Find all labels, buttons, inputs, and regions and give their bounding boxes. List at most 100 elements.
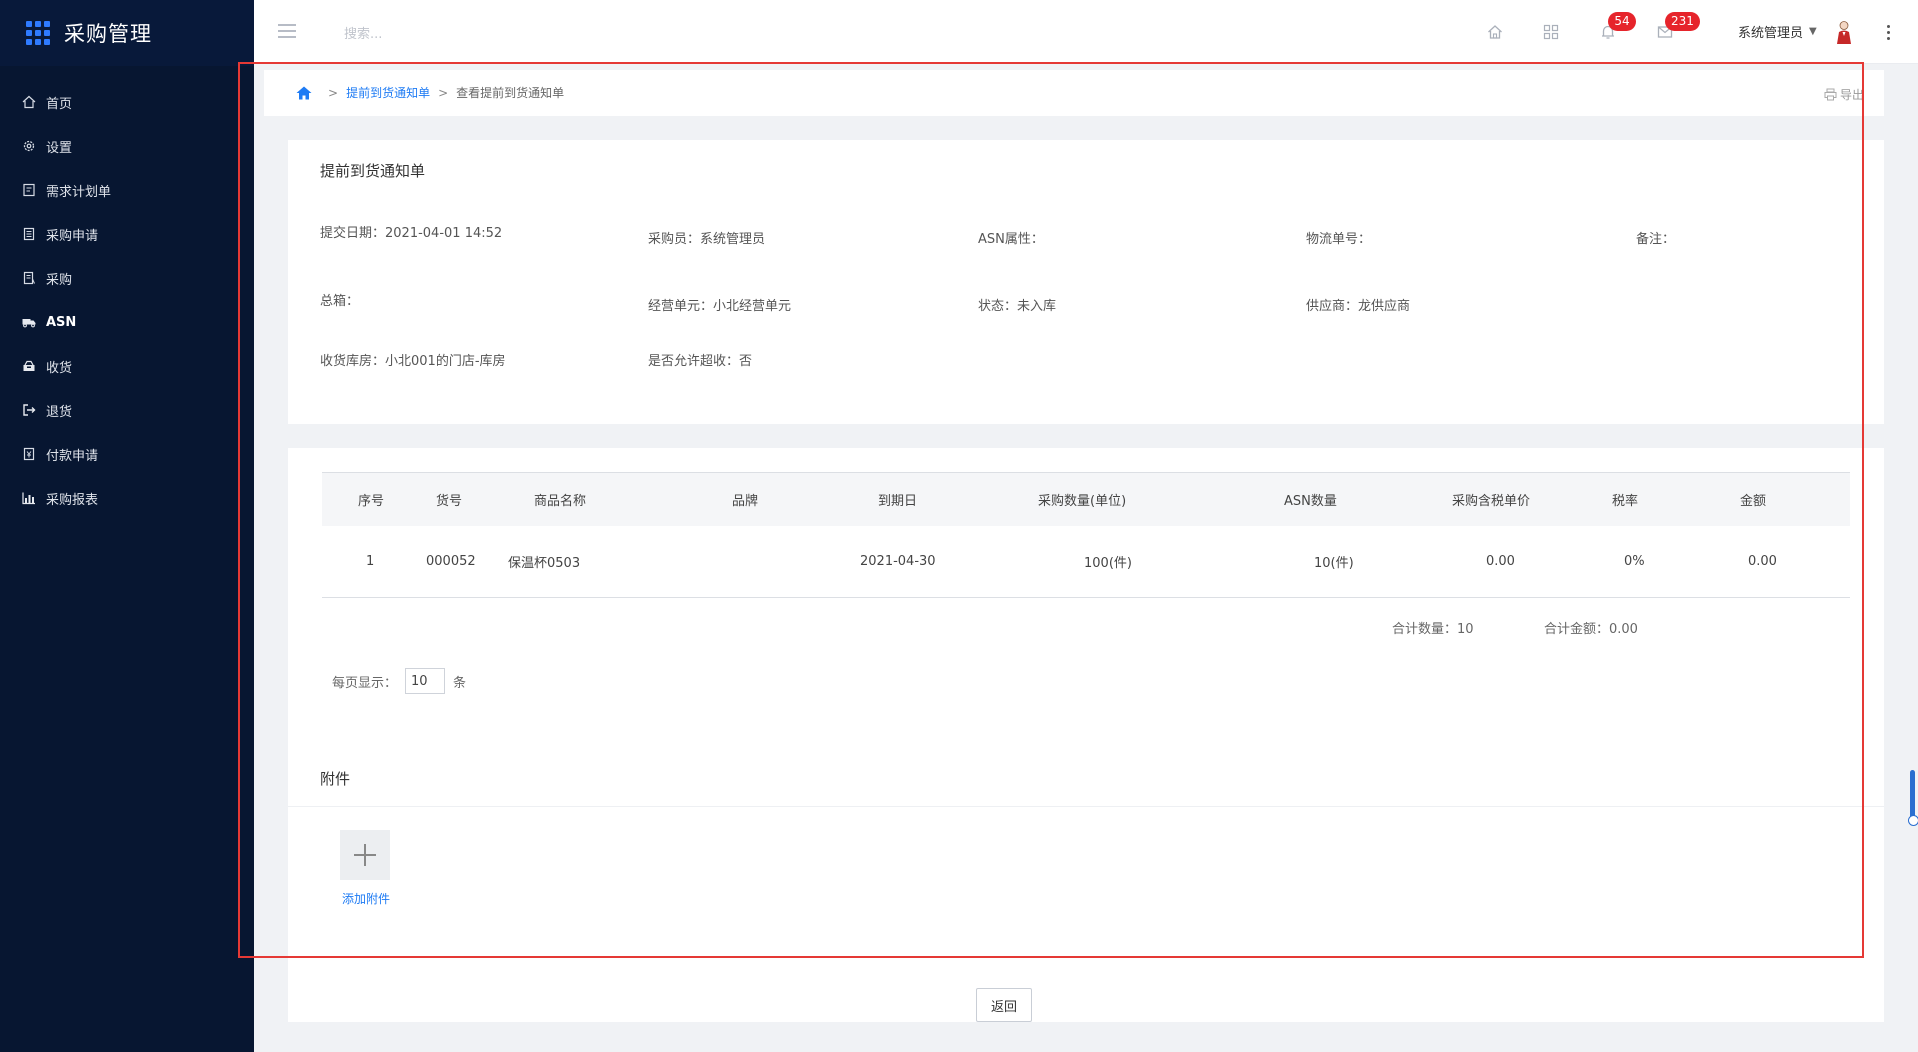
sidebar-item-purchase-report[interactable]: 采购报表 — [0, 476, 254, 520]
asn-detail-card: 提前到货通知单 提交日期：2021-04-01 14:52 采购员：系统管理员 … — [288, 140, 1884, 424]
cell-tax: 0% — [1624, 554, 1645, 569]
apps-grid-icon[interactable] — [26, 21, 50, 45]
sidebar-item-label: 设置 — [46, 140, 73, 156]
field-logistics-no: 物流单号： — [1306, 232, 1372, 247]
total-amount: 合计金额：0.00 — [1544, 622, 1638, 637]
plan-doc-icon — [22, 183, 36, 197]
menu-toggle-icon[interactable] — [278, 24, 296, 38]
scrollbar-thumb[interactable] — [1908, 770, 1918, 826]
home-icon — [22, 95, 36, 109]
field-warehouse: 收货库房：小北001的门店-库房 — [320, 354, 506, 369]
purchase-doc-icon — [22, 271, 36, 285]
sidebar-item-payment-request[interactable]: 付款申请 — [0, 432, 254, 476]
sidebar-item-label: 采购申请 — [46, 228, 99, 244]
printer-icon — [1824, 88, 1837, 101]
breadcrumb-current: 查看提前到货通知单 — [456, 86, 565, 100]
breadcrumb-home-icon[interactable] — [296, 86, 312, 100]
field-remark: 备注： — [1636, 232, 1676, 247]
page-size-label: 每页显示： — [332, 675, 398, 691]
bar-chart-icon — [22, 491, 36, 505]
total-quantity: 合计数量：10 — [1392, 622, 1474, 637]
sidebar-item-label: 采购 — [46, 272, 73, 288]
sidebar-item-settings[interactable]: 设置 — [0, 124, 254, 168]
field-over-receive: 是否允许超收：否 — [648, 354, 753, 369]
sidebar-item-label: 首页 — [46, 96, 73, 112]
add-attachment-button[interactable] — [340, 830, 390, 880]
col-price: 采购含税单价 — [1452, 494, 1531, 509]
cell-amount: 0.00 — [1748, 554, 1777, 569]
breadcrumb-bar: > 提前到货通知单 > 查看提前到货通知单 导出 — [264, 70, 1884, 116]
sidebar-menu: 首页 设置 需求计划单 采购申请 采购 ASN 收货 退货 付款申请 采购报表 — [0, 66, 254, 520]
user-name: 系统管理员 — [1738, 26, 1804, 41]
user-menu[interactable]: 系统管理员 ▼ — [1738, 22, 1817, 41]
cell-name: 保温杯0503 — [508, 556, 581, 571]
plus-icon — [354, 844, 376, 866]
sidebar-item-label: ASN — [46, 314, 77, 330]
return-icon — [22, 403, 36, 417]
field-total-boxes: 总箱： — [320, 294, 360, 309]
col-tax: 税率 — [1612, 494, 1639, 509]
home-icon[interactable] — [1486, 23, 1504, 41]
breadcrumb-separator: > — [438, 85, 449, 100]
page-size-control: 每页显示： 条 — [332, 668, 466, 694]
back-button[interactable]: 返回 — [976, 988, 1032, 1022]
asn-items-card: 序号 货号 商品名称 品牌 到期日 采购数量(单位) ASN数量 采购含税单价 … — [288, 448, 1884, 1022]
cell-seq: 1 — [366, 554, 375, 569]
sidebar-item-label: 收货 — [46, 360, 73, 376]
sidebar-item-label: 付款申请 — [46, 448, 99, 464]
inbox-icon — [22, 359, 36, 373]
breadcrumb-separator: > — [328, 85, 339, 100]
sidebar-item-receive[interactable]: 收货 — [0, 344, 254, 388]
sidebar-item-label: 需求计划单 — [46, 184, 112, 200]
sidebar-item-purchase-request[interactable]: 采购申请 — [0, 212, 254, 256]
cell-price: 0.00 — [1486, 554, 1515, 569]
col-due: 到期日 — [878, 494, 918, 509]
detail-title: 提前到货通知单 — [320, 162, 426, 180]
cell-code: 000052 — [426, 554, 476, 569]
col-seq: 序号 — [358, 494, 385, 509]
sidebar-item-purchase[interactable]: 采购 — [0, 256, 254, 300]
items-table: 序号 货号 商品名称 品牌 到期日 采购数量(单位) ASN数量 采购含税单价 … — [322, 472, 1850, 598]
field-asn-attr: ASN属性： — [978, 232, 1044, 247]
cell-asn-qty: 10(件) — [1314, 556, 1354, 571]
col-brand: 品牌 — [732, 494, 759, 509]
col-asn-qty: ASN数量 — [1284, 494, 1337, 509]
field-submit-date: 提交日期：2021-04-01 14:52 — [320, 226, 503, 241]
brand: 采购管理 — [0, 0, 254, 66]
table-row: 1 000052 保温杯0503 2021-04-30 100(件) 10(件)… — [322, 526, 1850, 598]
notification-badge: 54 — [1608, 12, 1636, 31]
export-button[interactable]: 导出 — [1824, 86, 1864, 103]
sidebar-item-home[interactable]: 首页 — [0, 80, 254, 124]
breadcrumb-link-asn-list[interactable]: 提前到货通知单 — [346, 84, 430, 101]
page-size-input[interactable] — [405, 668, 446, 694]
gear-icon — [22, 139, 36, 153]
col-amount: 金额 — [1740, 494, 1767, 509]
search-input[interactable] — [344, 20, 644, 48]
notification-bell-icon[interactable]: 54 — [1599, 12, 1636, 41]
table-header: 序号 货号 商品名称 品牌 到期日 采购数量(单位) ASN数量 采购含税单价 … — [322, 472, 1850, 526]
topbar: 54 231 系统管理员 ▼ — [254, 0, 1918, 64]
add-attachment-link[interactable]: 添加附件 — [340, 890, 392, 907]
attachments-divider — [288, 806, 1884, 807]
sidebar-item-asn[interactable]: ASN — [0, 300, 254, 344]
field-business-unit: 经营单元：小北经营单元 — [648, 299, 792, 314]
attachments-title: 附件 — [320, 770, 351, 788]
sidebar-item-demand-plan[interactable]: 需求计划单 — [0, 168, 254, 212]
truck-icon — [22, 315, 36, 329]
sidebar-item-label: 退货 — [46, 404, 73, 420]
apps-icon[interactable] — [1542, 23, 1560, 41]
breadcrumb: > 提前到货通知单 > 查看提前到货通知单 — [296, 84, 564, 101]
avatar[interactable] — [1835, 20, 1853, 44]
more-options-icon[interactable] — [1887, 25, 1891, 43]
cell-qty: 100(件) — [1084, 556, 1132, 571]
sidebar-item-return[interactable]: 退货 — [0, 388, 254, 432]
message-icon[interactable]: 231 — [1656, 12, 1700, 41]
col-qty: 采购数量(单位) — [1038, 494, 1127, 509]
col-name: 商品名称 — [534, 494, 587, 509]
sidebar: 采购管理 首页 设置 需求计划单 采购申请 采购 ASN 收货 退货 付款申请 … — [0, 0, 254, 1052]
request-doc-icon — [22, 227, 36, 241]
field-status: 状态：未入库 — [978, 299, 1057, 314]
field-buyer: 采购员：系统管理员 — [648, 232, 766, 247]
field-supplier: 供应商：龙供应商 — [1306, 299, 1411, 314]
payment-icon — [22, 447, 36, 461]
